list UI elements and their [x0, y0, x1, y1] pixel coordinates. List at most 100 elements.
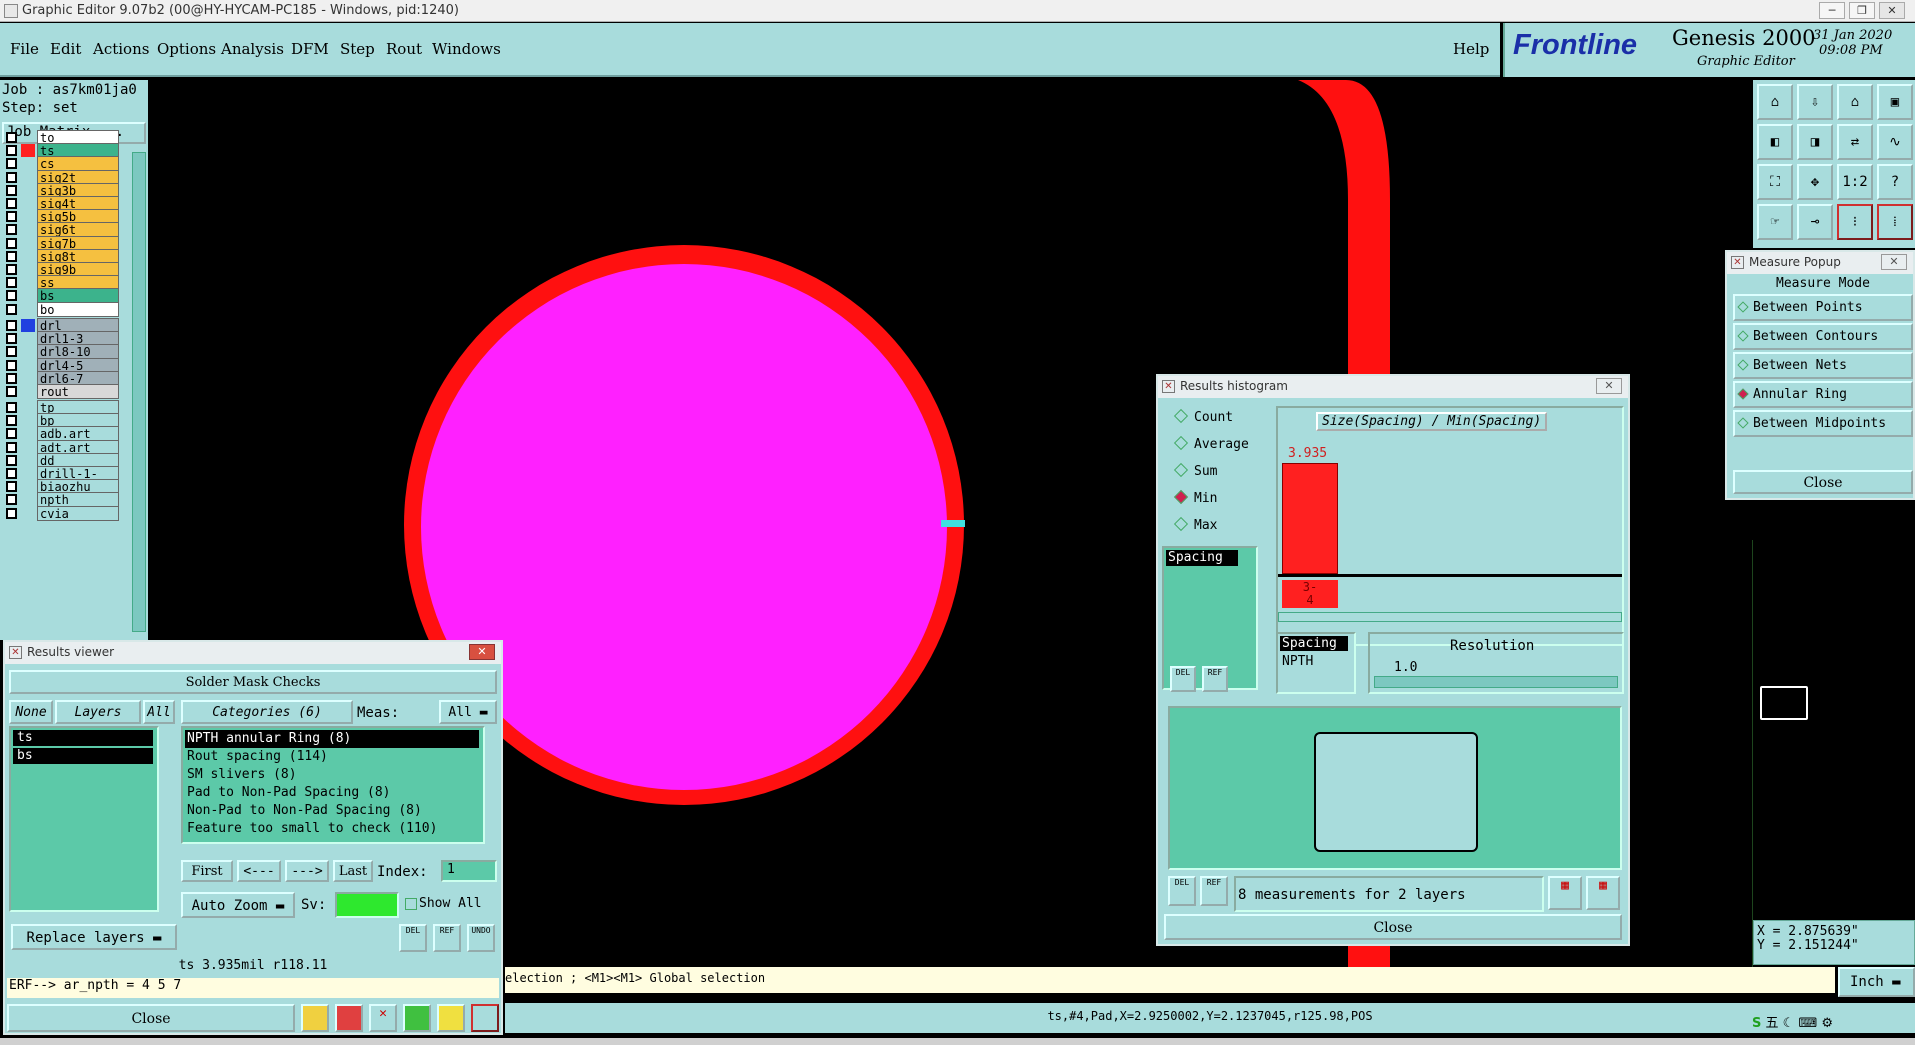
fit-icon[interactable]: ⛶ [1757, 164, 1793, 200]
layer-row-rout[interactable]: rout [2, 384, 119, 399]
layer-checkbox[interactable] [6, 277, 17, 289]
help-icon[interactable]: ? [1877, 164, 1913, 200]
minimize-button[interactable]: ─ [1819, 2, 1845, 19]
index-input[interactable]: 1 [441, 860, 497, 882]
layer-checkbox[interactable] [6, 415, 17, 427]
layer-checkbox[interactable] [6, 507, 17, 519]
keyboard-icon[interactable]: ⌨ [1798, 1016, 1817, 1031]
layer-checkbox[interactable] [6, 454, 17, 466]
measure-mode-between-midpoints[interactable]: Between Midpoints [1733, 410, 1913, 437]
hist-option-max[interactable]: Max [1173, 516, 1217, 533]
report-icon[interactable] [437, 1004, 465, 1032]
layer-checkbox[interactable] [6, 359, 17, 371]
layer-checkbox[interactable] [6, 303, 17, 315]
graph-icon[interactable] [403, 1004, 431, 1032]
resolution-slider[interactable] [1374, 676, 1618, 688]
hist-option-sum[interactable]: Sum [1173, 462, 1217, 479]
home-icon[interactable]: ⌂ [1757, 84, 1793, 120]
menu-edit[interactable]: Edit [50, 40, 81, 58]
none-button[interactable]: None [9, 700, 53, 724]
layer-row-bo[interactable]: bo [2, 301, 119, 317]
scale-icon[interactable]: 1:2 [1837, 164, 1873, 200]
menu-file[interactable]: File [10, 40, 39, 58]
layer-checkbox[interactable] [6, 402, 17, 413]
menu-step[interactable]: Step [340, 40, 375, 58]
close-icon[interactable]: ✕ [469, 644, 495, 660]
results-close-button[interactable]: Close [7, 1004, 295, 1032]
close-window-button[interactable]: ✕ [1879, 2, 1905, 19]
layer-checkbox[interactable] [6, 372, 17, 384]
menu-rout[interactable]: Rout [386, 40, 422, 58]
category-item[interactable]: Feature too small to check (110) [185, 820, 481, 838]
category-item[interactable]: NPTH annular Ring (8) [185, 730, 479, 748]
layer-checkbox[interactable] [6, 237, 17, 249]
menu-dfm[interactable]: DFM [291, 40, 329, 58]
ime-icon[interactable]: S [1752, 1016, 1761, 1031]
layer-checkbox[interactable] [6, 171, 17, 183]
moon-icon[interactable]: ☾ [1783, 1016, 1795, 1031]
severity-select[interactable] [335, 892, 399, 918]
all-button[interactable]: All [143, 700, 175, 724]
layer-checkbox[interactable] [6, 333, 17, 345]
layer-checkbox[interactable] [6, 290, 17, 302]
meas-select[interactable]: All ▬ [439, 700, 497, 724]
measure-mode-between-contours[interactable]: Between Contours [1733, 323, 1913, 350]
left-icon[interactable]: ◧ [1757, 124, 1793, 160]
layer-row-cvia[interactable]: cvia [2, 505, 119, 521]
hist-del-button[interactable]: DEL [1170, 666, 1196, 692]
layer-checkbox[interactable] [6, 224, 17, 236]
layer-checkbox[interactable] [6, 386, 17, 397]
mini-map[interactable] [1760, 686, 1808, 720]
layer-checkbox[interactable] [6, 264, 17, 275]
close-icon[interactable]: ✕ [1596, 378, 1622, 394]
ime-mode[interactable]: 五 [1766, 1016, 1779, 1031]
next-button[interactable]: ---> [285, 860, 329, 882]
histogram-icon[interactable] [471, 1004, 499, 1032]
del-button[interactable]: DEL [399, 924, 427, 952]
histogram-field-spacing[interactable]: Spacing [1166, 550, 1238, 566]
graph-view-icon[interactable]: ▦ [1586, 876, 1620, 910]
auto-zoom-select[interactable]: Auto Zoom ▬ [181, 892, 295, 918]
layer-checkbox[interactable] [6, 481, 17, 493]
replace-layers-select[interactable]: Replace layers ▬ [11, 924, 177, 950]
right-icon[interactable]: ◨ [1797, 124, 1833, 160]
swap-icon[interactable]: ⇄ [1837, 124, 1873, 160]
settings-icon[interactable]: ⚙ [1821, 1016, 1833, 1031]
category-item[interactable]: Rout spacing (114) [185, 748, 481, 766]
category-item[interactable]: SM slivers (8) [185, 766, 481, 784]
close-icon[interactable]: ✕ [1881, 254, 1907, 270]
layer-checkbox[interactable] [6, 184, 17, 196]
delete-icon[interactable]: ✕ [369, 1004, 397, 1032]
menu-analysis[interactable]: Analysis [221, 40, 284, 58]
layer-checkbox[interactable] [6, 441, 17, 453]
layer-checkbox[interactable] [6, 211, 17, 223]
bottom-ref-button[interactable]: REF [1200, 876, 1228, 906]
result-layer-bs[interactable]: bs [13, 748, 153, 764]
layer-checkbox[interactable] [6, 132, 17, 143]
layer-checkbox[interactable] [6, 346, 17, 358]
layer-checkbox[interactable] [6, 250, 17, 262]
save-icon[interactable]: ⇩ [1797, 84, 1833, 120]
layer-scrollbar[interactable] [132, 152, 146, 632]
histogram-close-button[interactable]: Close [1164, 914, 1622, 940]
cursor-icon[interactable]: ☞ [1757, 204, 1793, 240]
histogram-bar[interactable] [1282, 463, 1338, 574]
measure-mode-between-nets[interactable]: Between Nets [1733, 352, 1913, 379]
layer-icon[interactable] [335, 1004, 363, 1032]
first-button[interactable]: First [181, 860, 233, 882]
layer-checkbox[interactable] [6, 198, 17, 209]
npth-item[interactable]: NPTH [1282, 654, 1313, 669]
measure-close-button[interactable]: Close [1733, 470, 1913, 494]
menu-options[interactable]: Options [157, 40, 216, 58]
center-icon[interactable]: ✥ [1797, 164, 1833, 200]
last-button[interactable]: Last [333, 860, 373, 882]
wave-icon[interactable]: ∿ [1877, 124, 1913, 160]
menu-help[interactable]: Help [1453, 40, 1489, 58]
category-item[interactable]: Non-Pad to Non-Pad Spacing (8) [185, 802, 481, 820]
result-layer-ts[interactable]: ts [13, 730, 153, 746]
grid-icon[interactable]: ⁞ [1877, 204, 1913, 240]
hist-option-min[interactable]: Min [1173, 489, 1217, 506]
export-icon[interactable]: ▦ [1548, 876, 1582, 910]
histogram-scrollbar[interactable] [1278, 612, 1622, 622]
hist-ref-button[interactable]: REF [1202, 666, 1228, 692]
